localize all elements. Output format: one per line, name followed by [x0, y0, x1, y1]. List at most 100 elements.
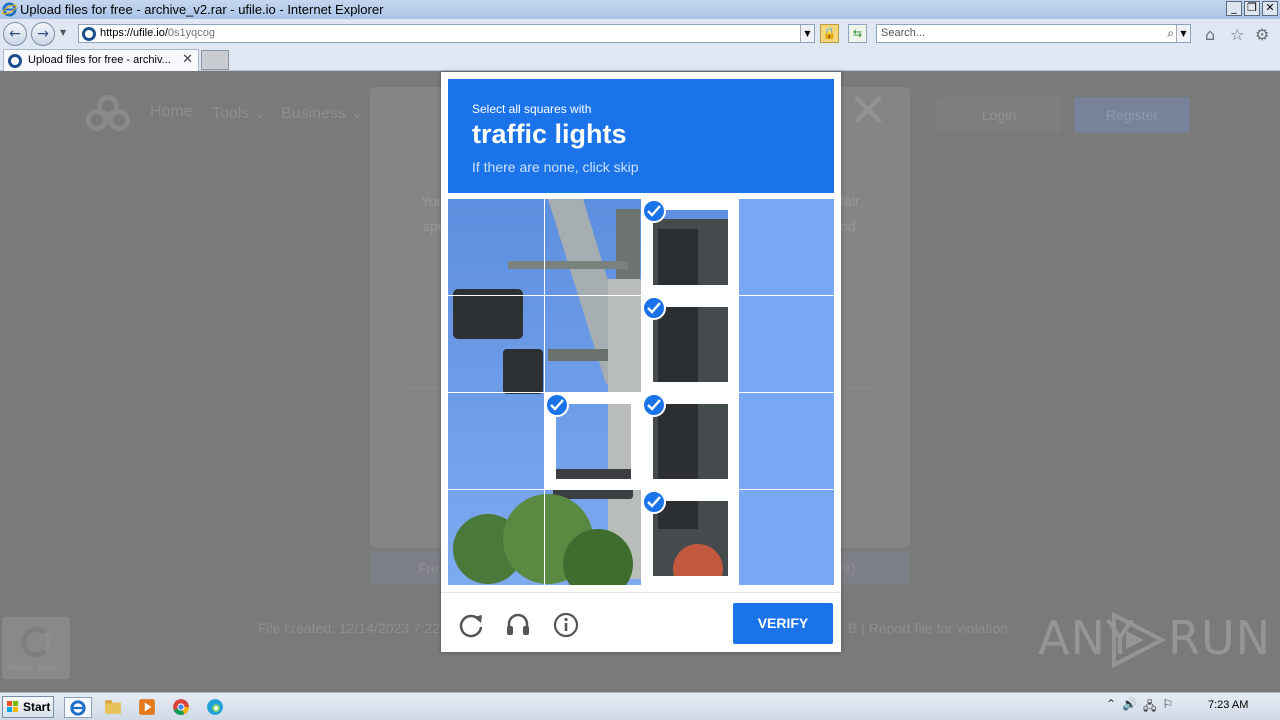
restore-button[interactable]: ❐ — [1244, 1, 1260, 16]
ufile-logo — [84, 95, 132, 133]
nav-tools[interactable]: Tools ⌄ — [212, 103, 267, 123]
tile-selected-check-icon — [642, 393, 666, 417]
captcha-tile[interactable] — [448, 393, 544, 489]
captcha-tile[interactable] — [545, 199, 641, 295]
captcha-tile-image — [448, 199, 544, 295]
tab-strip: Upload files for free - archiv... ✕ — [0, 48, 1280, 71]
home-icon[interactable]: ⌂ — [1205, 25, 1215, 44]
captcha-tile[interactable] — [448, 490, 544, 586]
window-title: Upload files for free - archive_v2.rar -… — [20, 2, 384, 17]
search-dropdown-icon[interactable]: ▼ — [1176, 25, 1190, 42]
modal-text-fragment: nd — [840, 218, 856, 234]
search-input[interactable]: Search... ⌕ ▼ — [876, 24, 1191, 43]
captcha-tile[interactable] — [642, 296, 738, 392]
login-button[interactable]: Login — [936, 97, 1062, 133]
nav-home[interactable]: Home — [150, 103, 193, 121]
captcha-tile[interactable] — [739, 393, 835, 489]
prompt-instruction: Select all squares with — [472, 102, 592, 116]
verify-button[interactable]: VERIFY — [733, 603, 833, 644]
lock-icon[interactable]: 🔒 — [820, 24, 839, 43]
captcha-tile[interactable] — [545, 393, 641, 489]
info-icon[interactable] — [552, 611, 580, 639]
site-favicon-icon — [82, 27, 96, 41]
captcha-tile-image — [448, 490, 544, 586]
tab-ufile[interactable]: Upload files for free - archiv... ✕ — [3, 49, 199, 71]
taskbar-clock[interactable]: 7:23 AM — [1208, 699, 1248, 711]
recaptcha-badge[interactable]: Privacy - Terms — [2, 617, 70, 679]
site-favicon-icon — [8, 54, 22, 68]
close-window-button[interactable]: ✕ — [1262, 1, 1278, 16]
recaptcha-terms: Privacy - Terms — [8, 665, 57, 672]
new-tab-button[interactable] — [201, 50, 229, 70]
register-button[interactable]: Register — [1074, 97, 1190, 133]
refresh-icon[interactable]: ⇆ — [848, 24, 867, 43]
show-hidden-icons-icon[interactable]: ⌃ — [1106, 697, 1116, 718]
favorites-star-icon[interactable]: ☆ — [1230, 25, 1244, 44]
taskbar-edge-icon[interactable] — [201, 697, 229, 718]
taskbar-internet-explorer-icon[interactable] — [64, 697, 92, 718]
tile-selected-check-icon — [642, 199, 666, 223]
captcha-tile[interactable] — [739, 296, 835, 392]
back-button[interactable]: ← — [3, 22, 27, 46]
captcha-tile-image — [545, 199, 641, 295]
nav-business[interactable]: Business ⌄ — [281, 103, 364, 123]
navigation-bar: ← → ▼ https://ufile.io/0s1yqcog ▼ 🔒 ⇆ Se… — [0, 19, 1280, 48]
taskbar-file-explorer-icon[interactable] — [99, 697, 127, 718]
network-icon[interactable]: 🖧 — [1143, 697, 1156, 718]
captcha-tile[interactable] — [545, 296, 641, 392]
captcha-tile[interactable] — [545, 490, 641, 586]
captcha-tile[interactable] — [642, 490, 738, 586]
search-icon[interactable]: ⌕ — [1167, 25, 1174, 42]
windows-logo-icon — [7, 701, 19, 713]
captcha-challenge: Select all squares with traffic lights I… — [441, 72, 841, 652]
captcha-tile[interactable] — [642, 199, 738, 295]
search-placeholder: Search... — [881, 27, 926, 39]
tile-selected-check-icon — [545, 393, 569, 417]
address-bar[interactable]: https://ufile.io/0s1yqcog ▼ — [78, 24, 815, 43]
history-dropdown-icon[interactable]: ▼ — [60, 28, 66, 37]
tile-selected-check-icon — [642, 490, 666, 514]
close-tab-icon[interactable]: ✕ — [182, 50, 193, 70]
gear-icon[interactable]: ⚙ — [1255, 25, 1269, 44]
captcha-prompt: Select all squares with traffic lights I… — [448, 79, 834, 193]
captcha-tile[interactable] — [642, 393, 738, 489]
captcha-tile-image — [448, 393, 544, 489]
report-violation-link[interactable]: B | Report file for violation — [848, 620, 1008, 636]
refresh-challenge-icon[interactable] — [457, 611, 485, 639]
taskbar-chrome-icon[interactable] — [167, 697, 195, 718]
prompt-target: traffic lights — [472, 119, 627, 149]
captcha-tile-image — [739, 199, 835, 295]
start-button[interactable]: Start — [2, 696, 54, 718]
watermark-run: RUN — [1168, 611, 1272, 665]
forward-button[interactable]: → — [31, 22, 55, 46]
captcha-tile-image — [556, 404, 631, 479]
captcha-tile-image — [739, 393, 835, 489]
divider — [441, 592, 841, 593]
captcha-tile[interactable] — [448, 296, 544, 392]
tile-selected-check-icon — [642, 296, 666, 320]
captcha-tile-image — [545, 296, 641, 392]
captcha-tile-image — [653, 307, 728, 382]
captcha-tile[interactable] — [739, 490, 835, 586]
start-label: Start — [23, 700, 51, 714]
tab-label: Upload files for free - archiv... — [28, 54, 171, 66]
captcha-tile-image — [653, 404, 728, 479]
captcha-tile-image — [653, 210, 728, 285]
address-dropdown-icon[interactable]: ▼ — [800, 25, 814, 42]
captcha-tile-image — [739, 490, 835, 586]
speed-label: /s) — [840, 560, 856, 576]
window-titlebar: Upload files for free - archive_v2.rar -… — [0, 0, 1280, 19]
prompt-hint: If there are none, click skip — [472, 159, 639, 175]
audio-challenge-icon[interactable] — [504, 611, 532, 639]
captcha-tile-image — [739, 296, 835, 392]
captcha-tile[interactable] — [739, 199, 835, 295]
volume-icon[interactable]: 🔊 — [1122, 697, 1137, 718]
action-center-flag-icon[interactable]: ⚐ — [1162, 697, 1173, 718]
close-modal-icon[interactable]: ✕ — [848, 85, 888, 137]
watermark-play-icon — [1112, 611, 1166, 669]
taskbar-media-player-icon[interactable] — [133, 697, 161, 718]
captcha-tile[interactable] — [448, 199, 544, 295]
modal-text-fragment: fair — [840, 193, 860, 209]
minimize-button[interactable]: _ — [1226, 1, 1242, 16]
captcha-tile-image — [545, 490, 641, 586]
